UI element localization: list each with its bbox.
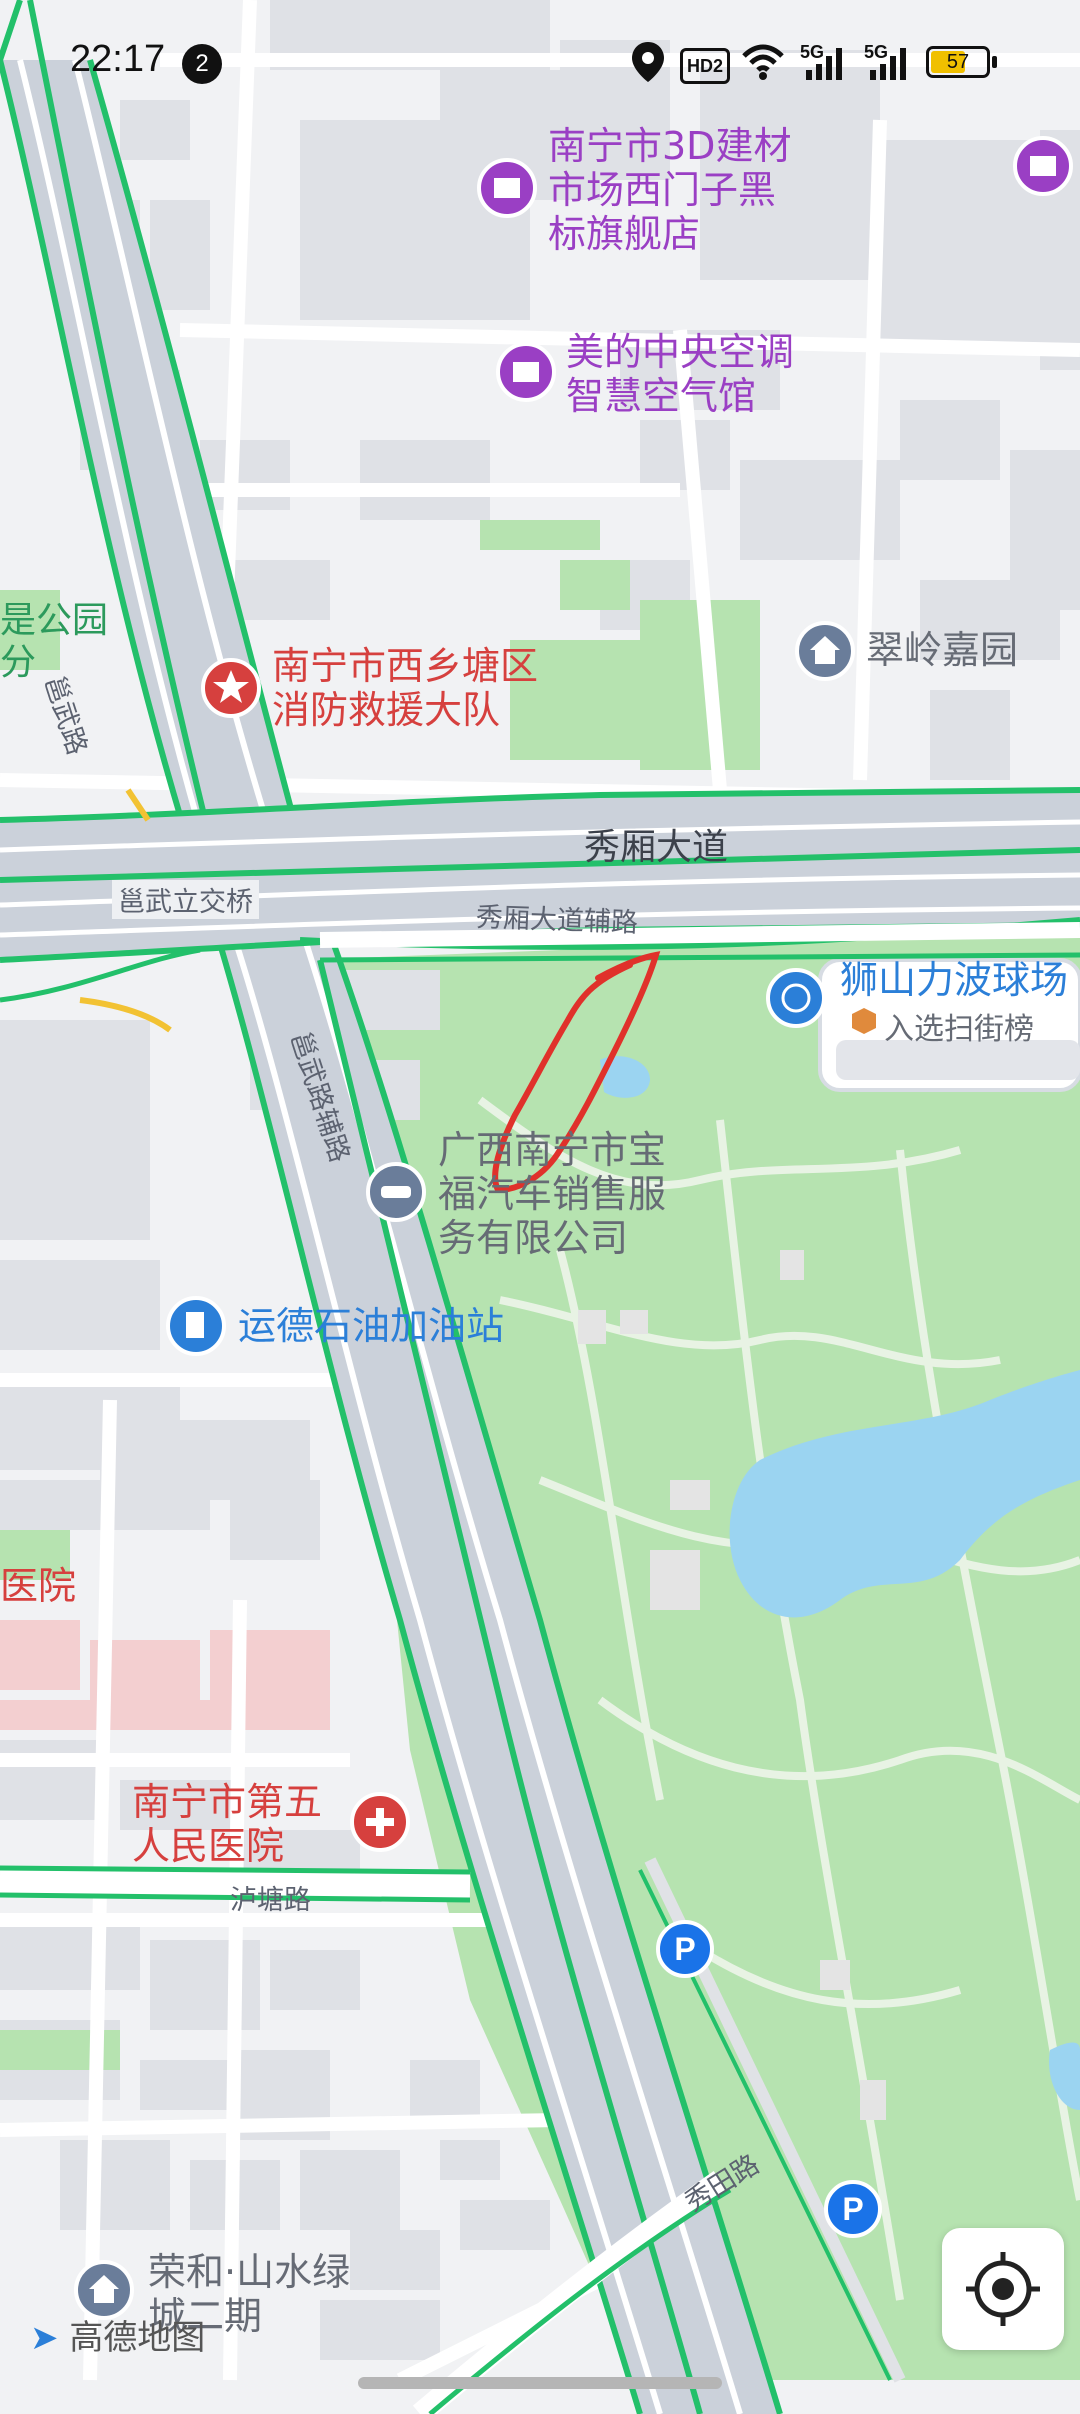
marker-cuiling bbox=[795, 621, 855, 681]
notification-badge: 2 bbox=[182, 44, 222, 84]
poi-shishan[interactable]: 狮山力波球场 bbox=[840, 958, 1068, 1002]
marker-car-dealer bbox=[366, 1162, 426, 1222]
road-xiuxiang: 秀厢大道 bbox=[584, 827, 729, 868]
marker-hospital bbox=[350, 1792, 410, 1852]
parking-icon-1[interactable]: P bbox=[656, 1920, 714, 1978]
poi-building-market[interactable]: 南宁市3D建材 市场西门子黑 标旗舰店 bbox=[548, 124, 791, 256]
hd-icon: HD2 bbox=[680, 48, 730, 84]
location-icon bbox=[632, 42, 664, 82]
signal-2-icon bbox=[870, 48, 906, 80]
poi-left-park[interactable]: 是公园 分 bbox=[0, 600, 108, 684]
locate-me-button[interactable] bbox=[942, 2228, 1064, 2350]
logo-text: 高德地图 bbox=[69, 2318, 206, 2358]
marker-gas-station bbox=[166, 1296, 226, 1356]
logo-arrow-icon: ➤ bbox=[30, 2318, 59, 2358]
road-yongwu-bridge: 邕武立交桥 bbox=[112, 880, 259, 919]
status-bar: 22:17 2 HD2 5G 5G 57 bbox=[0, 0, 1080, 128]
crosshair-icon bbox=[966, 2252, 1040, 2326]
poi-midea[interactable]: 美的中央空调 智慧空气馆 bbox=[566, 330, 794, 418]
marker-midea bbox=[496, 342, 556, 402]
battery-level: 57 bbox=[946, 51, 970, 73]
marker-stadium bbox=[766, 968, 826, 1028]
marker-market-2 bbox=[1013, 136, 1073, 196]
road-lutang: 泸塘路 bbox=[230, 1885, 311, 1916]
marker-fire-station bbox=[201, 658, 261, 718]
poi-cuiling[interactable]: 翠岭嘉园 bbox=[866, 628, 1018, 672]
marker-market bbox=[477, 158, 537, 218]
poi-baofu[interactable]: 广西南宁市宝 福汽车销售服 务有限公司 bbox=[438, 1128, 666, 1260]
battery-icon: 57 bbox=[926, 46, 990, 78]
poi-gas-station[interactable]: 运德石油加油站 bbox=[238, 1304, 504, 1348]
poi-shishan-sub[interactable]: 入选扫街榜 bbox=[884, 1004, 1034, 1048]
home-indicator[interactable] bbox=[358, 2377, 722, 2389]
poi-hospital5[interactable]: 南宁市第五 人民医院 bbox=[132, 1780, 322, 1868]
clock: 22:17 bbox=[70, 38, 166, 80]
parking-icon-2[interactable]: P bbox=[824, 2180, 882, 2238]
signal-1-icon bbox=[806, 48, 842, 80]
road-xiuxiang-aux: 秀厢大道辅路 bbox=[475, 902, 639, 939]
poi-hospital-partial[interactable]: 医院 bbox=[0, 1564, 76, 1608]
wifi-icon bbox=[742, 44, 784, 80]
poi-fire-station[interactable]: 南宁市西乡塘区 消防救援大队 bbox=[272, 644, 538, 732]
amap-logo: ➤ 高德地图 bbox=[30, 2310, 205, 2359]
